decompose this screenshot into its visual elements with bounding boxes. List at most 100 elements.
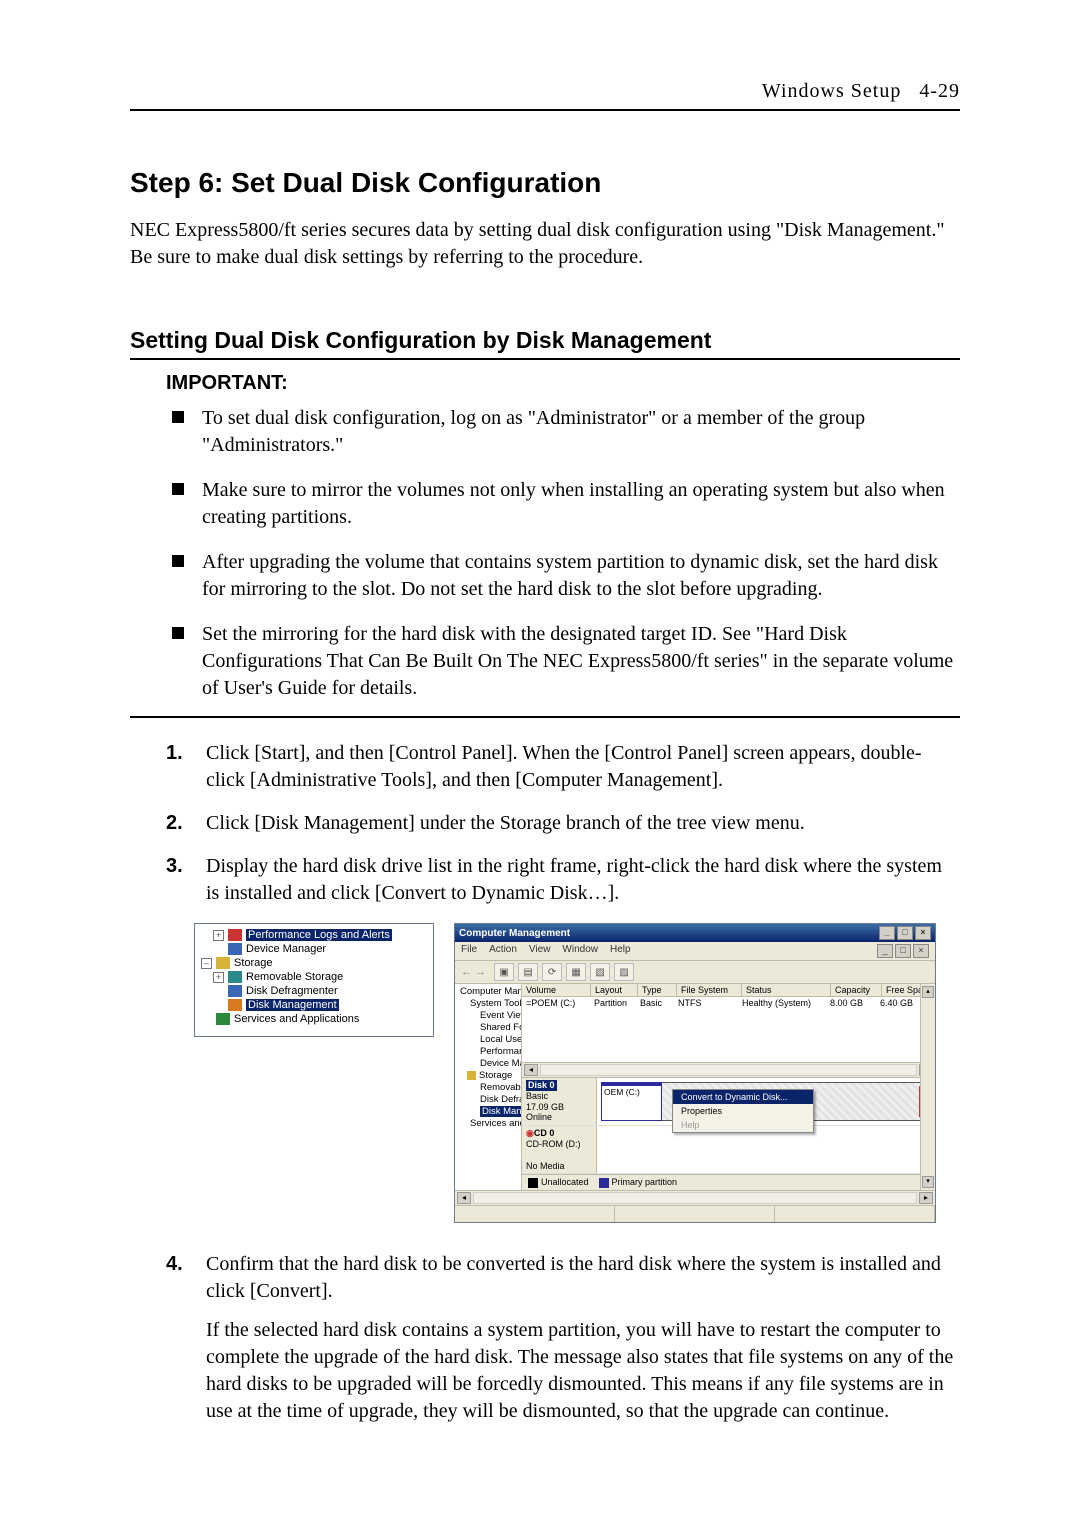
tree-node-label: Disk Management xyxy=(480,1106,522,1117)
mgmt-tree-item[interactable]: Services and Applications xyxy=(457,1118,519,1130)
legend-unallocated-icon xyxy=(528,1178,538,1188)
tree-item-storage[interactable]: –Storage xyxy=(199,956,429,970)
toolbar-button[interactable]: ▧ xyxy=(590,963,610,981)
step-number: 1. xyxy=(166,740,183,767)
scroll-left-icon[interactable]: ◂ xyxy=(457,1192,471,1204)
toolbar-button[interactable]: ▤ xyxy=(518,963,538,981)
status-bar xyxy=(455,1205,935,1222)
volume-horizontal-scrollbar[interactable]: ◂▸ xyxy=(522,1062,935,1077)
menu-help[interactable]: Help xyxy=(610,944,631,958)
right-vertical-scrollbar[interactable]: ▴▾ xyxy=(920,984,935,1190)
volume-table-row[interactable]: =POEM (C:) Partition Basic NTFS Healthy … xyxy=(522,997,935,1009)
menu-file[interactable]: File xyxy=(461,944,477,958)
step-item: 3.Display the hard disk drive list in th… xyxy=(166,853,960,907)
tree-node-label: Storage xyxy=(479,1070,512,1081)
step-item: 2.Click [Disk Management] under the Stor… xyxy=(166,810,960,837)
partition-primary[interactable]: OEM (C:) xyxy=(601,1082,662,1121)
minus-icon[interactable]: – xyxy=(201,958,212,969)
disk0-info-block[interactable]: Disk 0 Basic 17.09 GB Online xyxy=(522,1078,597,1125)
cdrom-icon: ◉ xyxy=(526,1128,534,1138)
maximize-icon[interactable]: □ xyxy=(897,926,913,940)
mgmt-tree-item[interactable]: Device Manager xyxy=(457,1058,519,1070)
tree-item-services-apps[interactable]: Services and Applications xyxy=(199,1012,429,1026)
toolbar-button[interactable]: ▣ xyxy=(494,963,514,981)
nav-arrows-icon[interactable]: ← → xyxy=(461,966,486,978)
tree-node-label: Shared Folders xyxy=(480,1022,522,1033)
important-block: IMPORTANT: To set dual disk configuratio… xyxy=(130,362,960,718)
partition-unallocated[interactable]: Convert to Dynamic Disk... Properties He… xyxy=(662,1082,931,1121)
square-bullet-icon xyxy=(172,555,184,567)
tree-node-label: Local Users and Groups xyxy=(480,1034,522,1045)
disk-row-cdrom[interactable]: ◉CD 0 CD-ROM (D:) No Media xyxy=(522,1126,935,1174)
ctx-convert-dynamic[interactable]: Convert to Dynamic Disk... xyxy=(673,1090,813,1104)
perf-icon xyxy=(228,929,242,941)
menu-window[interactable]: Window xyxy=(562,944,598,958)
toolbar-button[interactable]: ▦ xyxy=(566,963,586,981)
col-type[interactable]: Type xyxy=(638,984,677,996)
page-header: Windows Setup 4-29 xyxy=(130,80,960,111)
tree-horizontal-scrollbar[interactable]: ◂▸ xyxy=(455,1190,935,1205)
scroll-up-icon[interactable]: ▴ xyxy=(922,986,934,998)
tree-item-disk-defragmenter[interactable]: Disk Defragmenter xyxy=(199,984,429,998)
tree-item-device-manager[interactable]: Device Manager xyxy=(199,942,429,956)
col-filesystem[interactable]: File System xyxy=(677,984,742,996)
tree-item-perf-logs[interactable]: +Performance Logs and Alerts xyxy=(199,928,429,942)
legend-primary-icon xyxy=(599,1178,609,1188)
mgmt-tree-item[interactable]: Computer Management (Local) xyxy=(457,986,519,998)
mdi-close-icon[interactable]: × xyxy=(913,944,929,958)
menu-action[interactable]: Action xyxy=(489,944,517,958)
tree-screenshot: +Performance Logs and Alerts Device Mana… xyxy=(194,923,434,1037)
removable-storage-icon xyxy=(228,971,242,983)
square-bullet-icon xyxy=(172,627,184,639)
tree-item-disk-management[interactable]: Disk Management xyxy=(199,998,429,1012)
scroll-right-icon[interactable]: ▸ xyxy=(919,1192,933,1204)
scroll-left-icon[interactable]: ◂ xyxy=(524,1064,538,1076)
important-item: After upgrading the volume that contains… xyxy=(166,549,960,603)
cdrom-info-block[interactable]: ◉CD 0 CD-ROM (D:) No Media xyxy=(522,1126,597,1173)
menu-bar: File Action View Window Help _ □ × xyxy=(455,942,935,961)
steps-list-continued: 4. Confirm that the hard disk to be conv… xyxy=(130,1251,960,1425)
step-item: 4. Confirm that the hard disk to be conv… xyxy=(166,1251,960,1425)
step-item: 1.Click [Start], and then [Control Panel… xyxy=(166,740,960,794)
plus-icon[interactable]: + xyxy=(213,972,224,983)
menu-view[interactable]: View xyxy=(529,944,551,958)
tree-node-icon xyxy=(467,1071,476,1080)
mdi-minimize-icon[interactable]: _ xyxy=(877,944,893,958)
mgmt-tree-item[interactable]: Shared Folders xyxy=(457,1022,519,1034)
mgmt-tree-item[interactable]: Disk Defragmenter xyxy=(457,1094,519,1106)
col-capacity[interactable]: Capacity xyxy=(831,984,882,996)
toolbar-refresh-icon[interactable]: ⟳ xyxy=(542,963,562,981)
mgmt-tree-pane: Computer Management (Local)System ToolsE… xyxy=(455,984,522,1190)
tree-item-removable-storage[interactable]: +Removable Storage xyxy=(199,970,429,984)
plus-icon[interactable]: + xyxy=(213,930,224,941)
mgmt-tree-item[interactable]: Local Users and Groups xyxy=(457,1034,519,1046)
tree-node-label: Disk Defragmenter xyxy=(480,1094,522,1105)
tree-node-label: Performance Logs and Alerts xyxy=(480,1046,522,1057)
mgmt-right-pane: Volume Layout Type File System Status Ca… xyxy=(522,984,935,1190)
important-item: Set the mirroring for the hard disk with… xyxy=(166,621,960,702)
scroll-down-icon[interactable]: ▾ xyxy=(922,1176,934,1188)
disk-row-disk0[interactable]: Disk 0 Basic 17.09 GB Online OEM (C:) xyxy=(522,1078,935,1126)
defragmenter-icon xyxy=(228,985,242,997)
tree-node-label: System Tools xyxy=(470,998,522,1009)
tree-node-label: Removable Storage xyxy=(480,1082,522,1093)
mgmt-tree-item[interactable]: Event Viewer xyxy=(457,1010,519,1022)
minimize-icon[interactable]: _ xyxy=(879,926,895,940)
mgmt-tree-item[interactable]: Disk Management xyxy=(457,1106,519,1118)
tree-node-label: Device Manager xyxy=(480,1058,522,1069)
step-number: 4. xyxy=(166,1251,183,1278)
important-label: IMPORTANT: xyxy=(166,372,960,395)
window-titlebar[interactable]: Computer Management _ □ × xyxy=(455,924,935,942)
mgmt-tree-item[interactable]: System Tools xyxy=(457,998,519,1010)
mgmt-tree-item[interactable]: Storage xyxy=(457,1070,519,1082)
tree-node-label: Services and Applications xyxy=(470,1118,522,1129)
mgmt-tree-item[interactable]: Performance Logs and Alerts xyxy=(457,1046,519,1058)
toolbar-button[interactable]: ▨ xyxy=(614,963,634,981)
col-status[interactable]: Status xyxy=(742,984,831,996)
close-icon[interactable]: × xyxy=(915,926,931,940)
col-layout[interactable]: Layout xyxy=(591,984,638,996)
ctx-properties[interactable]: Properties xyxy=(673,1104,813,1118)
mgmt-tree-item[interactable]: Removable Storage xyxy=(457,1082,519,1094)
col-volume[interactable]: Volume xyxy=(522,984,591,996)
mdi-restore-icon[interactable]: □ xyxy=(895,944,911,958)
